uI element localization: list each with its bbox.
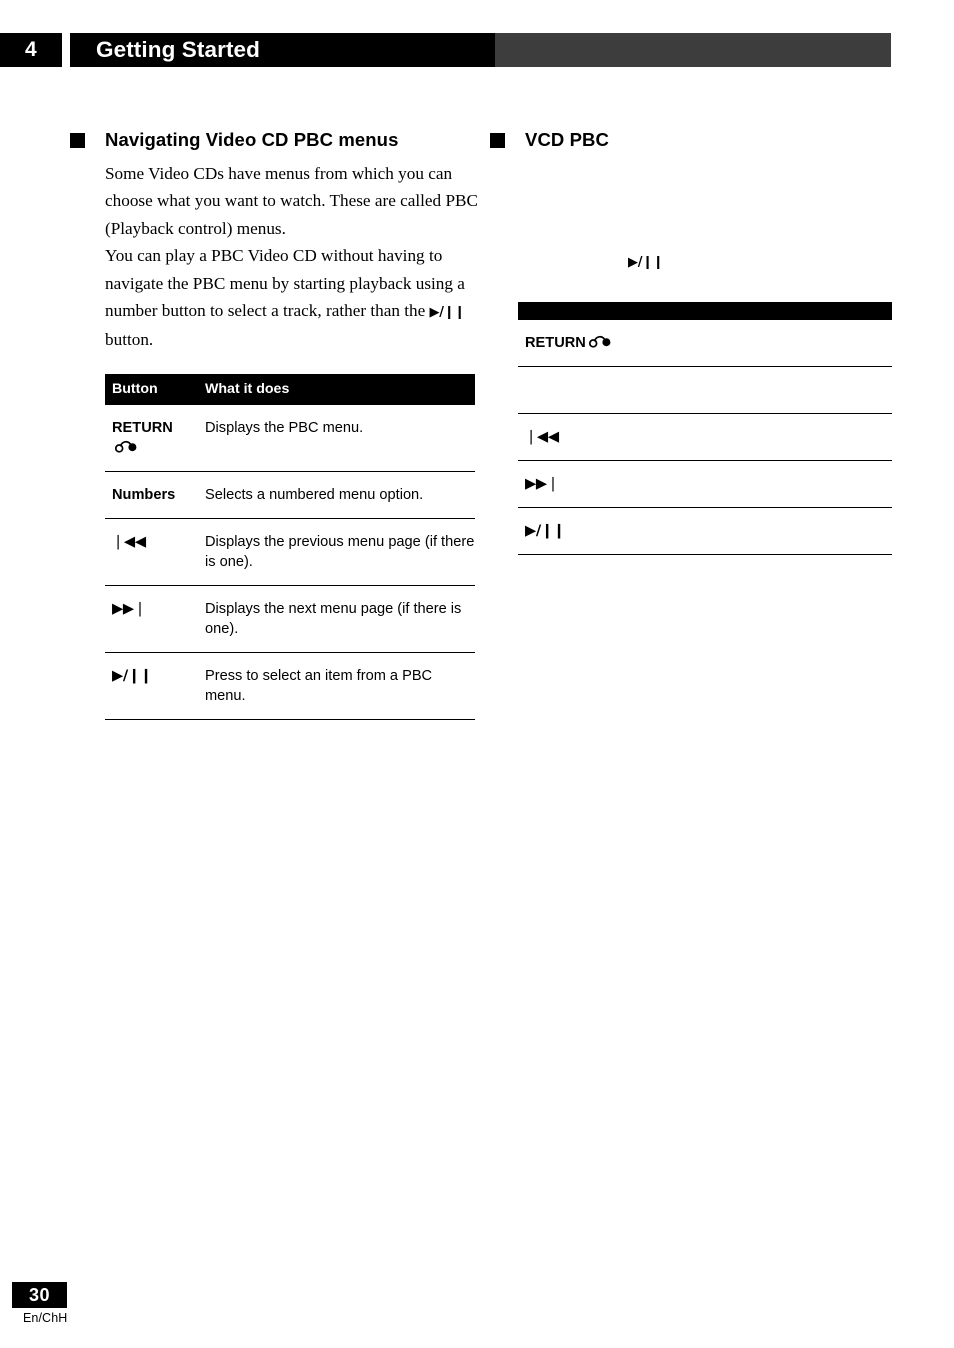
table-header-what-it-does: What it does — [205, 373, 475, 405]
right-section-heading: VCD PBC — [490, 128, 892, 156]
table-row: ▶/❙❙ Press to select an item from a PBC … — [105, 652, 475, 720]
chapter-title-bar: Getting Started — [70, 33, 495, 67]
chapter-title: Getting Started — [96, 37, 261, 62]
play-pause-icon: ▶/❙❙ — [429, 305, 466, 321]
table-header-translated — [518, 302, 892, 320]
square-bullet-icon — [490, 133, 505, 148]
right-section-heading-text: VCD PBC — [525, 129, 609, 150]
table-row: ▶▶❘ — [518, 460, 892, 508]
next-track-icon: ▶▶❘ — [518, 460, 892, 508]
table-cell-description: Displays the previous menu page (if ther… — [205, 518, 475, 586]
right-column: VCD PBC ▶/❙❙ RETURN ❘◀◀ ▶▶❘ ▶/❙❙ — [490, 128, 892, 555]
right-paragraph-2-spacer — [518, 224, 892, 250]
right-paragraph-1 — [518, 160, 892, 172]
left-paragraph-2-part1: You can play a PBC Video CD without havi… — [105, 246, 465, 321]
table-header-row — [518, 302, 892, 320]
left-paragraph-2: You can play a PBC Video CD without havi… — [105, 242, 480, 354]
table-cell-description: Displays the PBC menu. — [205, 404, 475, 472]
chapter-title-translated-bar — [495, 33, 891, 67]
play-pause-icon: ▶/❙❙ — [628, 255, 664, 270]
left-body-copy: Some Video CDs have menus from which you… — [105, 160, 480, 354]
table-row: ▶/❙❙ — [518, 507, 892, 555]
right-paragraph-2 — [518, 198, 892, 224]
table-cell-button — [518, 366, 892, 414]
table-row: Numbers Selects a numbered menu option. — [105, 471, 475, 519]
running-header: 4 Getting Started — [0, 33, 891, 67]
table-cell-description: Selects a numbered menu option. — [205, 471, 475, 519]
table-cell-description: Press to select an item from a PBC menu. — [205, 652, 475, 720]
previous-track-icon: ❘◀◀ — [518, 413, 892, 461]
page-footer: 30 En/ChH — [12, 1282, 212, 1326]
left-paragraph-1: Some Video CDs have menus from which you… — [105, 164, 478, 238]
button-function-table-translated: RETURN ❘◀◀ ▶▶❘ ▶/❙❙ — [518, 302, 892, 555]
button-function-table: Button What it does RETURN Displays the … — [105, 373, 475, 720]
left-section-heading: Navigating Video CD PBC menus — [70, 128, 480, 156]
page-number: 30 — [12, 1282, 67, 1308]
table-cell-button-label: RETURN — [112, 419, 173, 436]
table-header-button: Button — [105, 373, 205, 405]
table-row: RETURN — [518, 320, 892, 367]
table-row: ❘◀◀ — [518, 413, 892, 461]
next-track-icon: ▶▶❘ — [105, 585, 205, 653]
table-cell-button: RETURN — [105, 404, 205, 472]
square-bullet-icon — [70, 133, 85, 148]
table-cell-button: Numbers — [105, 471, 205, 519]
previous-track-icon: ❘◀◀ — [105, 518, 205, 586]
return-icon — [588, 335, 611, 348]
return-icon — [115, 440, 137, 453]
table-row: ❘◀◀ Displays the previous menu page (if … — [105, 518, 475, 586]
chapter-number-badge: 4 — [0, 33, 62, 67]
left-paragraph-2-part2: button. — [105, 330, 154, 350]
table-header-row: Button What it does — [105, 373, 475, 405]
left-column: Navigating Video CD PBC menus Some Video… — [70, 128, 480, 720]
play-pause-icon: ▶/❙❙ — [105, 652, 205, 720]
table-cell-button: RETURN — [518, 320, 892, 367]
page-language-code: En/ChH — [23, 1311, 68, 1325]
play-pause-icon: ▶/❙❙ — [518, 507, 892, 555]
table-row: RETURN Displays the PBC menu. — [105, 404, 475, 472]
table-cell-description: Displays the next menu page (if there is… — [205, 585, 475, 653]
table-row — [518, 366, 892, 414]
table-cell-button-label: RETURN — [525, 335, 586, 351]
table-row: ▶▶❘ Displays the next menu page (if ther… — [105, 585, 475, 653]
right-paragraph-1-spacer — [518, 172, 892, 198]
right-body-spacer — [518, 276, 892, 302]
left-section-heading-text: Navigating Video CD PBC menus — [105, 129, 399, 150]
